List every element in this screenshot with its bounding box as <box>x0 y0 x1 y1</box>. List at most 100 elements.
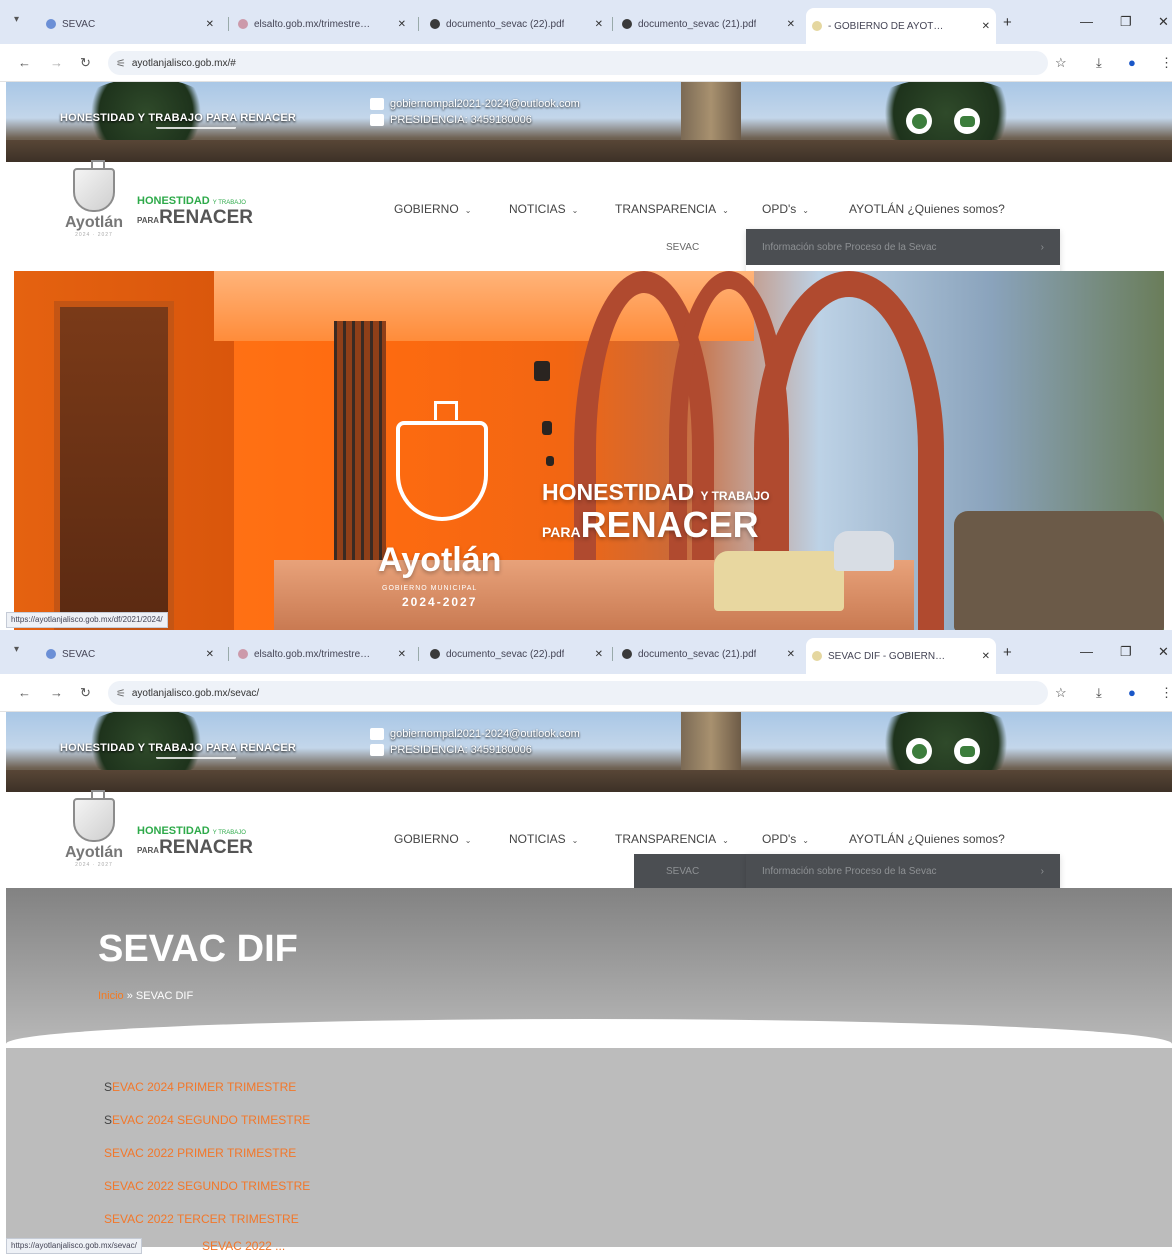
document-link[interactable]: SEVAC 2022 SEGUNDO TRIMESTRE <box>104 1179 310 1193</box>
facebook-icon[interactable] <box>906 738 932 764</box>
favicon-icon <box>812 21 822 31</box>
breadcrumb-home-link[interactable]: Inicio <box>98 990 124 1002</box>
close-tab-icon[interactable]: ✕ <box>206 19 214 30</box>
bookmark-star-icon[interactable]: ☆ <box>1055 685 1067 701</box>
tab-pdf-21[interactable]: documento_sevac (21).pdf ✕ <box>616 10 801 38</box>
dropdown-item-proceso-sevac[interactable]: Información sobre Proceso de la Sevac › <box>746 854 1060 888</box>
document-link[interactable]: SEVAC 2022 TERCER TRIMESTRE <box>104 1212 299 1226</box>
menu-ayotlan-quienes-somos[interactable]: AYOTLÁN ¿Quienes somos? <box>849 202 1005 216</box>
menu-opds[interactable]: OPD's ⌄ <box>762 202 809 216</box>
menu-noticias[interactable]: NOTICIAS ⌄ <box>509 202 578 216</box>
tab-elsalto[interactable]: elsalto.gob.mx/trimestres/tr... ✕ <box>232 10 412 38</box>
menu-noticias[interactable]: NOTICIAS ⌄ <box>509 832 578 846</box>
menu-transparencia[interactable]: TRANSPARENCIA ⌄ <box>615 832 729 846</box>
profile-icon[interactable]: ● <box>1128 685 1136 700</box>
contact-phone[interactable]: PRESIDENCIA: 3459180006 <box>390 112 532 128</box>
restore-icon[interactable]: ❐ <box>1120 14 1132 30</box>
tab-search-chevron-icon[interactable]: ▾ <box>14 14 19 25</box>
submenu-sevac-highlighted[interactable]: SEVAC <box>634 854 746 888</box>
tab-sevac[interactable]: SEVAC ✕ <box>40 10 220 38</box>
home-banner: Ayotlán GOBIERNO MUNICIPAL 2024-2027 HON… <box>14 271 1164 630</box>
tab-pdf-22[interactable]: documento_sevac (22).pdf ✕ <box>424 640 609 668</box>
facebook-icon[interactable] <box>906 108 932 134</box>
close-tab-icon[interactable]: ✕ <box>206 649 214 660</box>
close-window-icon[interactable]: ✕ <box>1158 644 1169 660</box>
menu-kebab-icon[interactable]: ⋮ <box>1160 55 1172 71</box>
profile-icon[interactable]: ● <box>1128 55 1136 70</box>
menu-ayotlan-quienes-somos[interactable]: AYOTLÁN ¿Quienes somos? <box>849 832 1005 846</box>
minimize-icon[interactable]: — <box>1080 14 1093 29</box>
reload-icon[interactable]: ↻ <box>80 685 91 701</box>
page-title: SEVAC DIF <box>98 928 298 970</box>
tab-strip: ▾ SEVAC ✕ elsalto.gob.mx/trimestres/tr...… <box>0 630 1172 674</box>
tab-search-chevron-icon[interactable]: ▾ <box>14 644 19 655</box>
menu-gobierno[interactable]: GOBIERNO ⌄ <box>394 202 471 216</box>
chevron-down-icon: ⌄ <box>802 206 809 215</box>
chevron-right-icon: › <box>1040 865 1044 877</box>
menu-opds[interactable]: OPD's ⌄ <box>762 832 809 846</box>
banner-coat-of-arms-icon <box>396 401 488 521</box>
status-bar-url: https://ayotlanjalisco.gob.mx/df/2021/20… <box>6 612 168 628</box>
reload-icon[interactable]: ↻ <box>80 55 91 71</box>
back-icon[interactable]: ← <box>18 55 31 70</box>
tab-gobierno-ayotlan[interactable]: - GOBIERNO DE AYOTLÁN ✕ <box>806 8 996 44</box>
close-tab-icon[interactable]: ✕ <box>787 19 795 30</box>
menu-gobierno[interactable]: GOBIERNO ⌄ <box>394 832 471 846</box>
forward-icon[interactable]: → <box>50 685 63 700</box>
close-tab-icon[interactable]: ✕ <box>398 649 406 660</box>
close-tab-icon[interactable]: ✕ <box>787 649 795 660</box>
brand-slogan: HONESTIDAD Y TRABAJO PARARENACER <box>137 825 254 858</box>
favicon-icon <box>812 651 822 661</box>
tab-pdf-21[interactable]: documento_sevac (21).pdf ✕ <box>616 640 801 668</box>
close-tab-icon[interactable]: ✕ <box>595 649 603 660</box>
site-info-icon[interactable]: ⚟ <box>116 687 126 700</box>
back-icon[interactable]: ← <box>18 685 31 700</box>
top-hero-strip: HONESTIDAD Y TRABAJO PARA RENACER gobier… <box>6 82 1172 162</box>
youtube-icon[interactable] <box>954 738 980 764</box>
new-tab-icon[interactable]: + <box>1003 14 1012 31</box>
document-link[interactable]: SEVAC 2022 PRIMER TRIMESTRE <box>104 1146 296 1160</box>
globe-icon <box>622 19 632 29</box>
download-icon[interactable]: ⤓ <box>1096 685 1102 701</box>
document-link[interactable]: SEVAC 2022 ... <box>202 1239 285 1253</box>
email-icon <box>370 98 384 110</box>
banner-slogan-top: HONESTIDAD Y TRABAJO <box>542 479 770 505</box>
minimize-icon[interactable]: — <box>1080 644 1093 659</box>
site-info-icon[interactable]: ⚟ <box>116 57 126 70</box>
globe-icon <box>622 649 632 659</box>
brand-slogan: HONESTIDAD Y TRABAJO PARARENACER <box>137 195 254 228</box>
address-bar: ← → ↻ ⚟ ayotlanjalisco.gob.mx/# ☆ ⤓ ● ⋮ <box>0 44 1172 82</box>
document-link[interactable]: SEVAC 2024 SEGUNDO TRIMESTRE <box>104 1113 310 1127</box>
chevron-down-icon: ⌄ <box>802 836 809 845</box>
contact-block: gobiernompal2021-2024@outlook.com PRESID… <box>370 96 580 128</box>
close-window-icon[interactable]: ✕ <box>1158 14 1169 30</box>
submenu-sevac[interactable]: SEVAC <box>666 242 699 253</box>
tab-sevac-dif[interactable]: SEVAC DIF - GOBIERNO DE ✕ <box>806 638 996 674</box>
bookmark-star-icon[interactable]: ☆ <box>1055 55 1067 71</box>
close-tab-icon[interactable]: ✕ <box>982 21 990 32</box>
download-icon[interactable]: ⤓ <box>1096 55 1102 71</box>
site-logo[interactable]: Ayotlán 2024 · 2027 <box>54 790 134 892</box>
contact-email[interactable]: gobiernompal2021-2024@outlook.com <box>390 726 580 742</box>
phone-icon <box>370 744 384 756</box>
contact-phone[interactable]: PRESIDENCIA: 3459180006 <box>390 742 532 758</box>
forward-icon[interactable]: → <box>50 55 63 70</box>
new-tab-icon[interactable]: + <box>1003 644 1012 661</box>
tab-elsalto[interactable]: elsalto.gob.mx/trimestres/tr... ✕ <box>232 640 412 668</box>
tab-sevac[interactable]: SEVAC ✕ <box>40 640 220 668</box>
restore-icon[interactable]: ❐ <box>1120 644 1132 660</box>
contact-email[interactable]: gobiernompal2021-2024@outlook.com <box>390 96 580 112</box>
close-tab-icon[interactable]: ✕ <box>595 19 603 30</box>
site-logo[interactable]: Ayotlán 2024 · 2027 <box>54 160 134 262</box>
document-link[interactable]: SEVAC 2024 PRIMER TRIMESTRE <box>104 1080 296 1094</box>
menu-transparencia[interactable]: TRANSPARENCIA ⌄ <box>615 202 729 216</box>
tab-pdf-22[interactable]: documento_sevac (22).pdf ✕ <box>424 10 609 38</box>
menu-kebab-icon[interactable]: ⋮ <box>1160 685 1172 701</box>
url-field[interactable]: ⚟ ayotlanjalisco.gob.mx/sevac/ <box>108 681 1048 705</box>
close-tab-icon[interactable]: ✕ <box>398 19 406 30</box>
close-tab-icon[interactable]: ✕ <box>982 651 990 662</box>
chevron-down-icon: ⌄ <box>464 206 472 215</box>
youtube-icon[interactable] <box>954 108 980 134</box>
dropdown-item-proceso-sevac[interactable]: Información sobre Proceso de la Sevac › <box>746 229 1060 265</box>
url-field[interactable]: ⚟ ayotlanjalisco.gob.mx/# <box>108 51 1048 75</box>
